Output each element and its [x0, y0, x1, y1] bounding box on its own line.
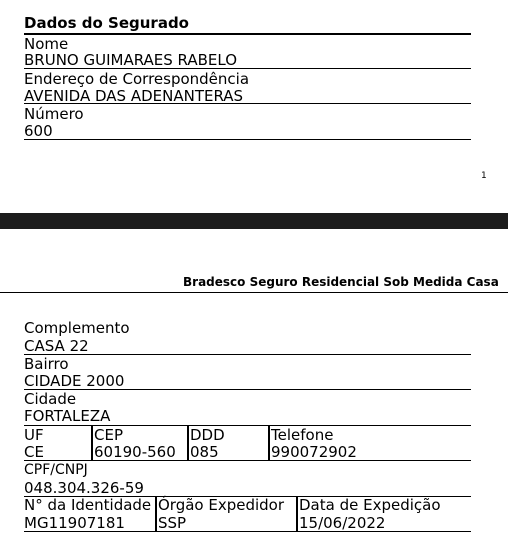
divider — [24, 460, 471, 461]
field-label-endereco: Endereço de Correspondência — [24, 70, 250, 88]
section-title: Dados do Segurado — [24, 14, 189, 32]
page-number: 1 — [481, 171, 487, 181]
field-label-data-expedicao: Data de Expedição — [299, 496, 441, 514]
field-label-uf: UF — [24, 426, 44, 444]
divider — [24, 33, 471, 35]
column-divider — [268, 426, 270, 461]
field-value-cpf: 048.304.326-59 — [24, 479, 144, 497]
field-label-cpf: CPF/CNPJ — [24, 462, 88, 478]
field-value-telefone: 990072902 — [271, 443, 357, 461]
field-value-ddd: 085 — [190, 443, 219, 461]
column-divider — [155, 497, 157, 532]
field-label-cep: CEP — [94, 426, 123, 444]
field-value-identidade: MG11907181 — [24, 514, 125, 532]
field-value-complemento: CASA 22 — [24, 337, 89, 355]
divider — [24, 103, 471, 104]
field-value-nome: BRUNO GUIMARAES RABELO — [24, 51, 238, 69]
field-value-cidade: FORTALEZA — [24, 407, 111, 425]
divider — [24, 389, 471, 390]
field-value-numero: 600 — [24, 122, 53, 140]
field-label-telefone: Telefone — [271, 426, 334, 444]
column-divider — [296, 497, 298, 532]
field-label-identidade: N° da Identidade — [24, 496, 152, 514]
field-value-data-expedicao: 15/06/2022 — [299, 514, 386, 532]
field-label-ddd: DDD — [190, 426, 225, 444]
field-label-bairro: Bairro — [24, 355, 69, 373]
field-value-orgao: SSP — [158, 514, 187, 532]
column-divider — [187, 426, 189, 461]
divider — [24, 68, 471, 69]
field-value-cep: 60190-560 — [94, 443, 176, 461]
field-label-complemento: Complemento — [24, 319, 130, 337]
field-label-cidade: Cidade — [24, 390, 77, 408]
header-divider — [0, 292, 508, 293]
document-header: Bradesco Seguro Residencial Sob Medida C… — [183, 275, 499, 289]
field-value-uf: CE — [24, 443, 44, 461]
field-value-bairro: CIDADE 2000 — [24, 372, 125, 390]
divider — [24, 531, 471, 532]
column-divider — [91, 426, 93, 461]
divider — [24, 139, 471, 140]
page-separator — [0, 213, 508, 229]
field-label-orgao: Órgão Expedidor — [158, 496, 285, 514]
divider — [24, 354, 471, 355]
field-label-numero: Número — [24, 105, 84, 123]
